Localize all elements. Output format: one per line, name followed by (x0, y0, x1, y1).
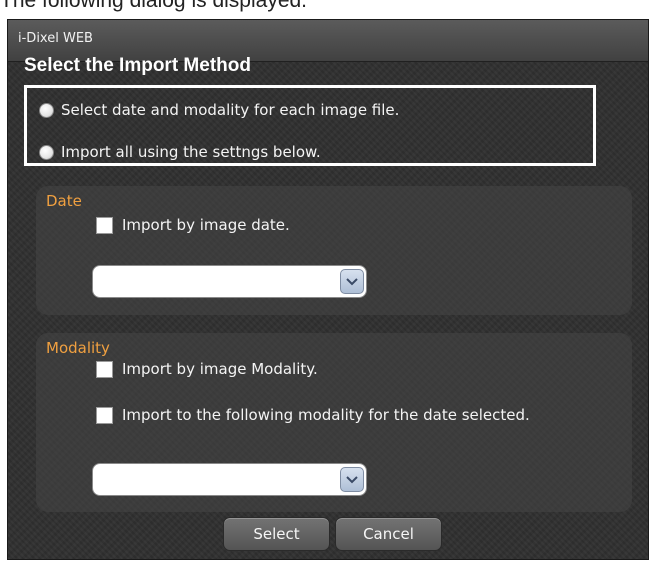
chevron-down-icon[interactable] (340, 467, 364, 492)
radio-button[interactable] (39, 144, 54, 160)
checkbox[interactable] (96, 216, 113, 234)
radio-option-each-file[interactable]: Select date and modality for each image … (39, 98, 399, 122)
checkbox-row-following-modality[interactable]: Import to the following modality for the… (96, 404, 530, 426)
date-panel: Date Import by image date. (36, 186, 632, 315)
checkbox-row-image-date[interactable]: Import by image date. (96, 214, 290, 236)
checkbox-label: Import to the following modality for the… (122, 406, 530, 424)
modality-select[interactable] (92, 463, 367, 496)
date-heading: Date (46, 192, 82, 210)
radio-button[interactable] (39, 102, 54, 118)
import-method-group: Select date and modality for each image … (24, 85, 596, 166)
radio-label: Import all using the settngs below. (61, 143, 321, 161)
date-select[interactable] (92, 265, 367, 298)
window-title: i-Dixel WEB (18, 31, 93, 46)
modality-heading: Modality (46, 339, 110, 357)
select-button[interactable]: Select (223, 517, 330, 551)
radio-label: Select date and modality for each image … (61, 101, 400, 119)
section-title: Select the Import Method (24, 55, 251, 76)
cancel-button[interactable]: Cancel (335, 517, 442, 551)
radio-option-import-all[interactable]: Import all using the settngs below. (39, 140, 321, 164)
chevron-down-icon[interactable] (340, 269, 364, 294)
import-dialog: i-Dixel WEB Select the Import Method Sel… (7, 19, 649, 560)
checkbox-row-image-modality[interactable]: Import by image Modality. (96, 358, 318, 380)
modality-panel: Modality Import by image Modality. Impor… (36, 333, 632, 512)
checkbox-label: Import by image Modality. (122, 360, 318, 378)
page-caption: The following dialog is displayed. (0, 0, 308, 12)
checkbox[interactable] (96, 406, 113, 424)
checkbox-label: Import by image date. (122, 216, 290, 234)
checkbox[interactable] (96, 360, 113, 378)
